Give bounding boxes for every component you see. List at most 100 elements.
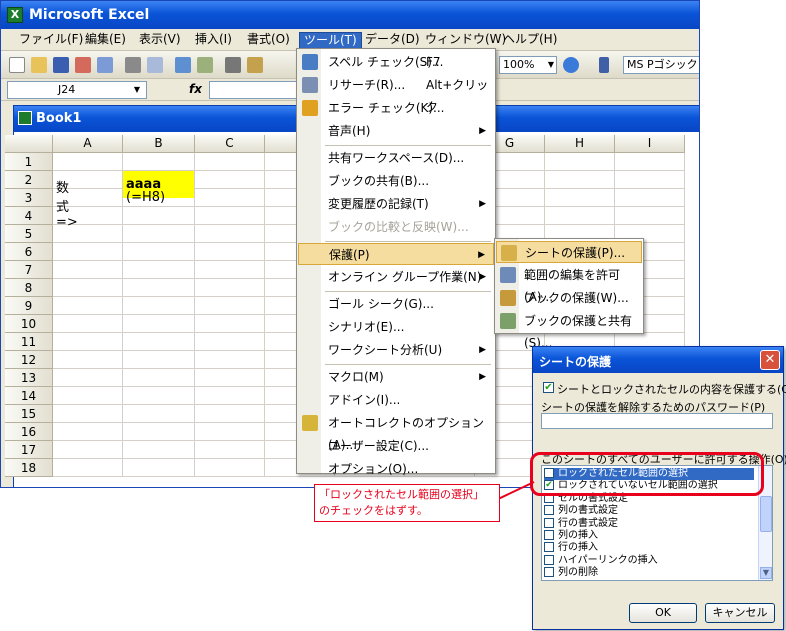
tools-menu-item[interactable]: エラー チェック(K)...	[298, 97, 494, 119]
permission-checkbox[interactable]	[544, 517, 554, 528]
menu-8[interactable]: ヘルプ(H)	[499, 32, 561, 49]
tools-menu-item[interactable]: 共有ワークスペース(D)...	[298, 147, 494, 169]
close-icon[interactable]: ✕	[760, 350, 780, 370]
tools-menu-item[interactable]: 音声(H) ▶	[298, 120, 494, 142]
fx-icon[interactable]: fx	[189, 82, 202, 96]
permission-item[interactable]: ハイパーリンクの挿入	[544, 554, 754, 567]
column-header[interactable]: H	[545, 135, 615, 153]
toolbar-options-icon[interactable]	[599, 57, 609, 73]
permission-checkbox[interactable]	[544, 554, 554, 565]
menu-0[interactable]: ファイル(F)	[15, 32, 87, 49]
row-header[interactable]: 8	[5, 279, 53, 297]
permission-checkbox[interactable]	[544, 530, 554, 540]
tools-menu-item[interactable]: マクロ(M) ▶	[298, 366, 494, 388]
save-icon[interactable]	[53, 57, 69, 73]
copy-icon[interactable]	[247, 57, 263, 73]
ok-button[interactable]: OK	[629, 603, 697, 623]
menu-item-label: オンライン グループ作業(N)	[328, 270, 482, 284]
menu-4[interactable]: 書式(O)	[243, 32, 294, 49]
tools-menu-item[interactable]: オートコレクトのオプション(A)...	[298, 412, 494, 452]
column-header[interactable]: B	[123, 135, 195, 153]
menu-item-label: ワークシート分析(U)	[328, 343, 443, 357]
row-header[interactable]: 6	[5, 243, 53, 261]
permission-item[interactable]: 列の挿入	[544, 530, 754, 542]
row-header[interactable]: 11	[5, 333, 53, 351]
scrollbar-thumb[interactable]	[760, 496, 772, 532]
tools-menu-item[interactable]: スペル チェック(S)... F7	[298, 51, 494, 73]
protect-submenu-item[interactable]: ブックの保護と共有(S)...	[496, 310, 642, 350]
name-box-value: J24	[58, 83, 76, 96]
font-select[interactable]: MS Pゴシック	[623, 56, 699, 74]
row-header[interactable]: 15	[5, 405, 53, 423]
protect-checkbox[interactable]: ✔	[543, 382, 554, 393]
row-header[interactable]: 3	[5, 189, 53, 207]
row-header[interactable]: 9	[5, 297, 53, 315]
row-header[interactable]: 14	[5, 387, 53, 405]
email-icon[interactable]	[97, 57, 113, 73]
column-header[interactable]: I	[615, 135, 685, 153]
row-header[interactable]: 12	[5, 351, 53, 369]
permission-checkbox[interactable]	[544, 567, 554, 578]
tools-menu-item[interactable]: ブックの共有(B)...	[298, 170, 494, 192]
cell-b3[interactable]: (=H8)	[126, 190, 165, 205]
cell-a2[interactable]: 数式=>	[56, 177, 78, 230]
protect-submenu-item[interactable]: シートの保護(P)...	[496, 241, 642, 263]
row-header[interactable]: 18	[5, 459, 53, 477]
menu-2[interactable]: 表示(V)	[135, 32, 185, 49]
menu-1[interactable]: 編集(E)	[81, 32, 130, 49]
menu-7[interactable]: ウィンドウ(W)	[421, 32, 510, 49]
protect-submenu-item[interactable]: 範囲の編集を許可(A)...	[496, 264, 642, 304]
new-icon[interactable]	[9, 57, 25, 73]
name-box[interactable]: J24 ▼	[7, 81, 147, 99]
research-toolbar-icon[interactable]	[197, 57, 213, 73]
row-header[interactable]: 1	[5, 153, 53, 171]
print-icon[interactable]	[125, 57, 141, 73]
menu-6[interactable]: データ(D)	[361, 32, 424, 49]
tools-menu-item[interactable]: 保護(P) ▶	[298, 243, 494, 265]
row-header[interactable]: 7	[5, 261, 53, 279]
help-icon[interactable]	[563, 57, 579, 73]
row-header[interactable]: 2	[5, 171, 53, 189]
permission-label: 列の書式設定	[558, 505, 618, 517]
tools-menu-item[interactable]: シナリオ(E)...	[298, 316, 494, 338]
scroll-down-icon[interactable]: ▼	[760, 567, 772, 579]
tools-menu-item[interactable]: 変更履歴の記録(T) ▶	[298, 193, 494, 215]
column-header[interactable]: C	[195, 135, 265, 153]
tools-menu-item[interactable]: オプション(O)...	[298, 458, 494, 480]
protect-submenu-item[interactable]: ブックの保護(W)...	[496, 287, 642, 309]
tools-menu-item[interactable]: オンライン グループ作業(N) ▶	[298, 266, 494, 288]
callout-box: 「ロックされたセル範囲の選択」 のチェックをはずす。	[314, 484, 500, 522]
tools-menu-item[interactable]: ワークシート分析(U) ▶	[298, 339, 494, 361]
permission-icon[interactable]	[75, 57, 91, 73]
permission-item[interactable]: 行の書式設定	[544, 517, 754, 530]
row-header[interactable]: 13	[5, 369, 53, 387]
tools-menu-item[interactable]: ユーザー設定(C)...	[298, 435, 494, 457]
permission-item[interactable]: 列の削除	[544, 567, 754, 579]
column-header[interactable]: A	[53, 135, 123, 153]
zoom-value: 100%	[503, 58, 535, 71]
formula-input[interactable]	[209, 81, 297, 99]
dialog-title-bar: シートの保護 ✕	[533, 347, 783, 373]
menu-5[interactable]: ツール(T)	[299, 32, 362, 49]
tools-menu-item[interactable]: リサーチ(R)... Alt+クリック	[298, 74, 494, 114]
permission-checkbox[interactable]	[544, 505, 554, 516]
tools-menu-item[interactable]: アドイン(I)...	[298, 389, 494, 411]
zoom-select[interactable]: 100% ▼	[499, 56, 557, 74]
tools-menu-item[interactable]: ゴール シーク(G)...	[298, 293, 494, 315]
row-header[interactable]: 17	[5, 441, 53, 459]
permission-item[interactable]: 行の挿入	[544, 542, 754, 554]
open-icon[interactable]	[31, 57, 47, 73]
password-input[interactable]	[541, 413, 773, 429]
print-preview-icon[interactable]	[147, 57, 163, 73]
permission-checkbox[interactable]	[544, 542, 554, 553]
cut-icon[interactable]	[225, 57, 241, 73]
row-header[interactable]: 16	[5, 423, 53, 441]
row-header[interactable]: 4	[5, 207, 53, 225]
row-header[interactable]: 10	[5, 315, 53, 333]
permission-item[interactable]: 列の書式設定	[544, 505, 754, 517]
row-header[interactable]: 5	[5, 225, 53, 243]
menu-3[interactable]: 挿入(I)	[191, 32, 236, 49]
cancel-button[interactable]: キャンセル	[705, 603, 775, 623]
select-all-corner[interactable]	[5, 135, 53, 153]
spelling-icon[interactable]	[175, 57, 191, 73]
